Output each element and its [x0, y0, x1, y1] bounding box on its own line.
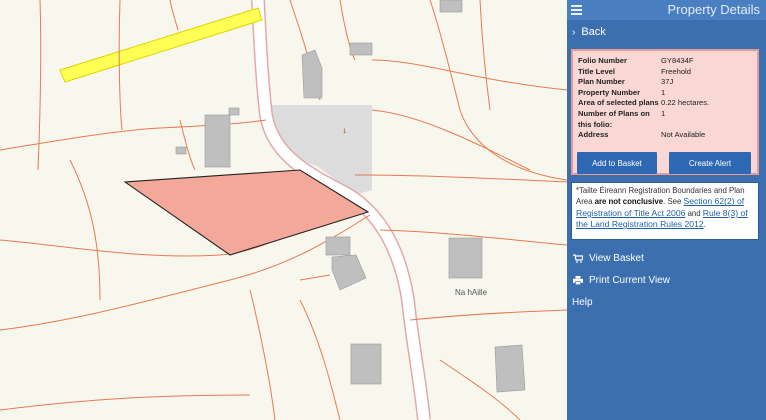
property-info-value: 1 — [661, 108, 666, 118]
property-info-row: Number of Plans on this folio: 1 — [578, 109, 756, 130]
property-info-label: Folio Number — [578, 56, 627, 65]
notice-tail: . — [703, 220, 706, 230]
property-info-label: Plan Number — [578, 77, 625, 87]
map-place-label: Na hAille — [455, 288, 488, 297]
panel-header: Property Details — [567, 0, 766, 20]
hamburger-menu-icon[interactable] — [571, 5, 582, 15]
property-info-row: Address Not Available — [578, 130, 756, 141]
property-info-row: Title Level Freehold — [578, 67, 756, 78]
notice-mid: . See — [663, 197, 684, 207]
add-to-basket-button[interactable]: Add to Basket — [577, 152, 657, 174]
map-canvas[interactable]: 1 Na hAille — [0, 0, 567, 420]
property-info-label: Property Number — [578, 87, 641, 97]
property-info-row: Folio Number GY8434F — [578, 56, 756, 67]
registration-notice: *Tailte Éireann Registration Boundaries … — [571, 182, 759, 240]
property-info-value: 1 — [661, 87, 666, 97]
view-basket-link[interactable]: View Basket — [572, 253, 644, 264]
help-link[interactable]: Help — [572, 297, 593, 308]
property-info-value: GY8434F — [661, 56, 694, 65]
property-info-value: 37J — [661, 77, 674, 87]
panel-title: Property Details — [667, 2, 760, 17]
property-info-value: Freehold — [661, 66, 691, 76]
property-info-label: Title Level — [578, 66, 616, 76]
property-info-row: Property Number 1 — [578, 88, 756, 99]
property-info-label: Number of Plans on this folio: — [578, 108, 650, 129]
back-label: Back — [581, 26, 606, 38]
property-info-value: Not Available — [661, 130, 706, 140]
property-info-label: Area of selected plans — [578, 98, 659, 108]
property-info-value: 0.22 hectares. — [661, 98, 710, 108]
help-label: Help — [572, 297, 593, 308]
map-view[interactable]: 1 Na hAille — [0, 0, 567, 420]
property-details-panel: Property Details › Back Folio Number GY84… — [567, 0, 766, 420]
chevron-right-icon: › — [572, 26, 576, 38]
property-info-card: Folio Number GY8434F Title Level Freehold Pl… — [571, 49, 759, 175]
cart-icon — [572, 254, 583, 263]
property-info-table: Folio Number GY8434F Title Level Freehold Pl… — [578, 56, 756, 141]
property-info-row: Area of selected plans 0.22 hectares. — [578, 98, 756, 109]
back-button[interactable]: › Back — [567, 20, 766, 44]
notice-joiner: and — [685, 208, 703, 218]
property-info-label: Address — [578, 130, 609, 140]
view-basket-label: View Basket — [589, 253, 644, 264]
printer-icon — [572, 276, 583, 285]
print-current-view-link[interactable]: Print Current View — [572, 275, 670, 286]
create-alert-button[interactable]: Create Alert — [669, 152, 751, 174]
print-current-view-label: Print Current View — [589, 275, 670, 286]
property-info-row: Plan Number 37J — [578, 77, 756, 88]
notice-emphasis: are not conclusive — [594, 197, 664, 207]
